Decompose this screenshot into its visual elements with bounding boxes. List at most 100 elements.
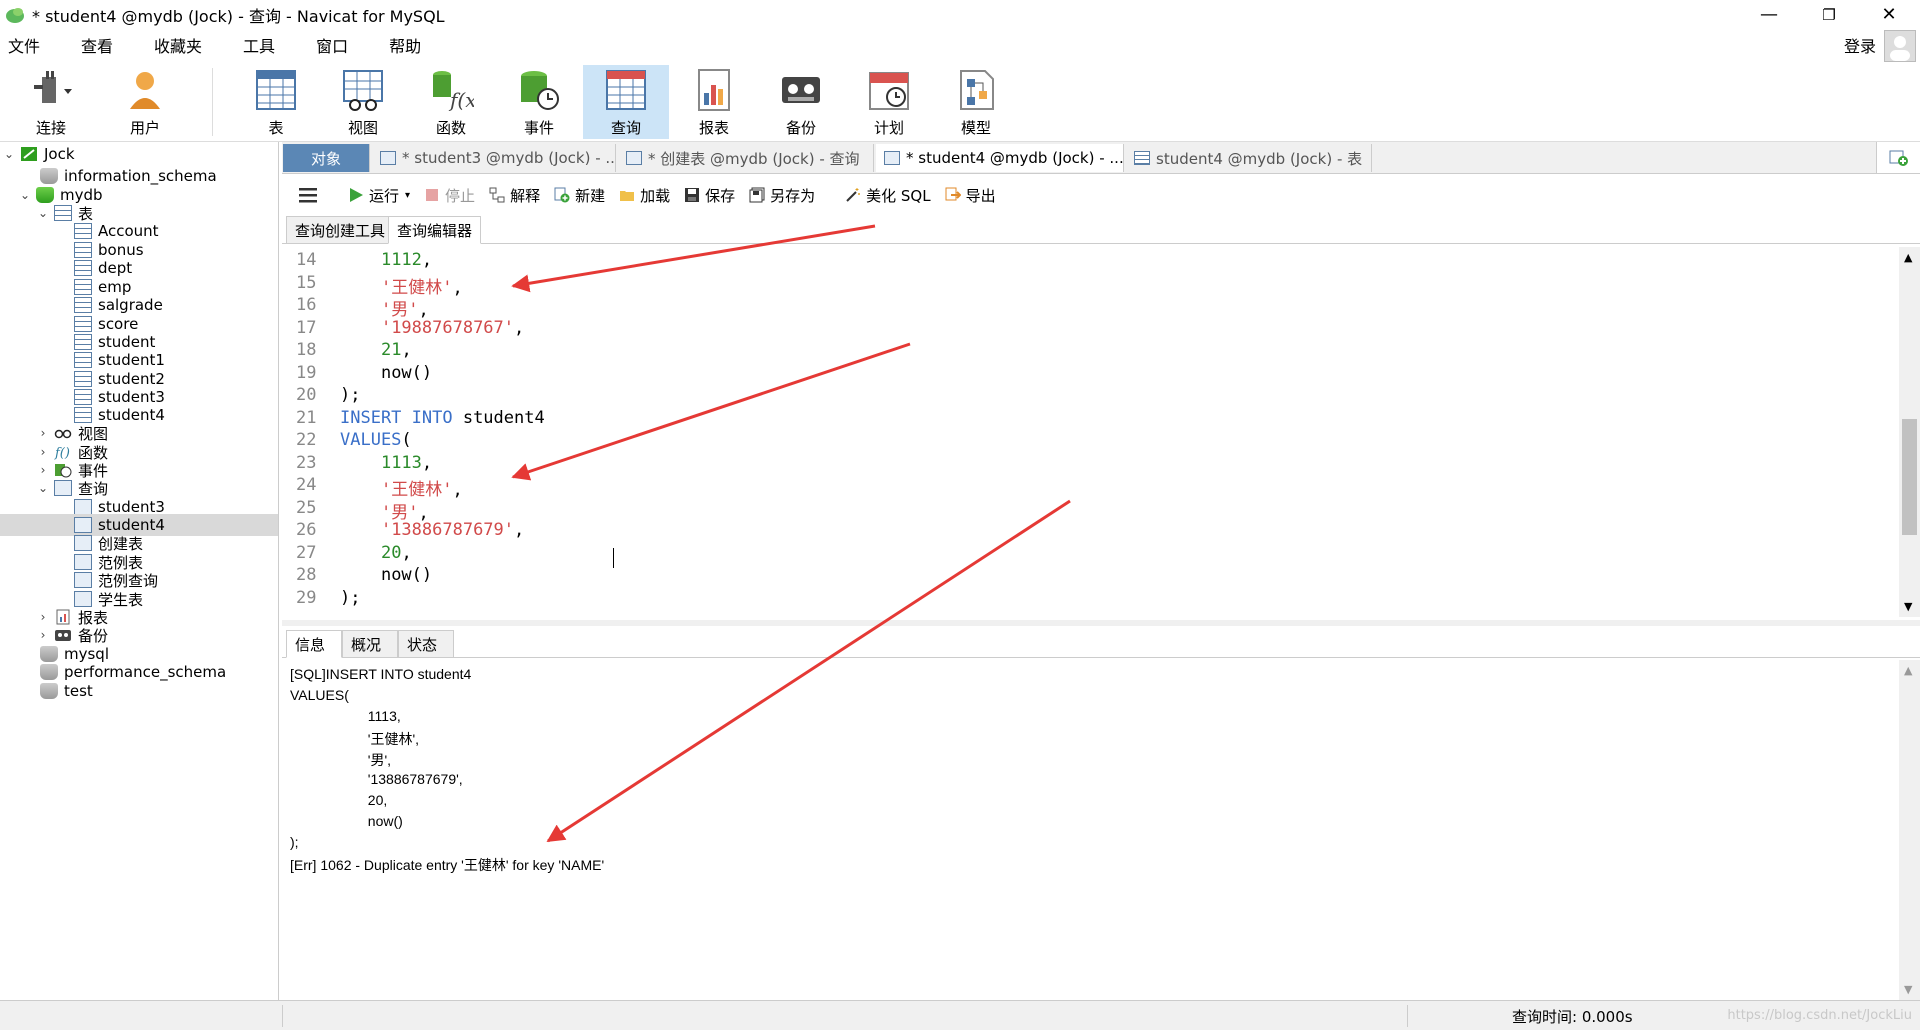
scroll-down-icon[interactable]: ▼: [1904, 600, 1912, 613]
tab-student4-query[interactable]: * student4 @mydb (Jock) - ...: [876, 144, 1124, 172]
code-line[interactable]: 22 VALUES(: [282, 430, 1882, 452]
code-line[interactable]: 24 '王健林',: [282, 475, 1882, 500]
tab-info[interactable]: 信息: [286, 630, 342, 658]
code-line[interactable]: 17 '19887678767',: [282, 318, 1882, 340]
tab-student4-table[interactable]: student4 @mydb (Jock) - 表: [1126, 144, 1372, 172]
toolbar-report-button[interactable]: 报表: [671, 65, 757, 139]
minimize-button[interactable]: —: [1740, 0, 1798, 29]
tab-objects[interactable]: 对象: [283, 144, 370, 172]
avatar[interactable]: [1884, 30, 1916, 62]
expand-arrow-icon[interactable]: ›: [36, 628, 50, 642]
code-line[interactable]: 25 '男',: [282, 498, 1882, 523]
code-line[interactable]: 20);: [282, 385, 1882, 407]
message-line: );: [290, 834, 299, 850]
code-line[interactable]: 18 21,: [282, 340, 1882, 362]
code-line[interactable]: 15 '王健林',: [282, 273, 1882, 298]
menu-help[interactable]: 帮助: [378, 33, 432, 57]
splitter[interactable]: [282, 620, 1920, 626]
code-text: );: [340, 588, 360, 608]
explain-button[interactable]: 解释: [489, 185, 540, 206]
tab-query-builder[interactable]: 查询创建工具: [286, 216, 395, 244]
scroll-down-icon[interactable]: ▼: [1904, 983, 1912, 996]
expand-arrow-icon[interactable]: ›: [36, 445, 50, 459]
stop-button[interactable]: 停止: [424, 185, 475, 206]
collapse-arrow-icon[interactable]: ⌄: [36, 206, 50, 220]
login-link[interactable]: 登录: [1844, 33, 1876, 57]
hamburger-menu-icon[interactable]: [298, 186, 320, 204]
table-icon: [74, 316, 92, 332]
code-line[interactable]: 27 20,: [282, 543, 1882, 565]
toolbar-connection-button[interactable]: 连接: [8, 65, 94, 139]
menu-file[interactable]: 文件: [0, 33, 51, 57]
code-line[interactable]: 19 now(): [282, 363, 1882, 385]
new-query-button[interactable]: 新建: [554, 185, 605, 206]
code-line[interactable]: 21 INSERT INTO student4: [282, 408, 1882, 430]
code-line[interactable]: 28 now(): [282, 565, 1882, 587]
new-tab-button[interactable]: [1876, 142, 1920, 173]
code-token: now(): [380, 362, 433, 383]
save-as-button[interactable]: 另存为: [749, 185, 815, 206]
editor-scroll-thumb[interactable]: [1902, 419, 1917, 535]
menu-favorites[interactable]: 收藏夹: [143, 33, 213, 57]
message-line: 1113,: [290, 708, 401, 724]
dropdown-arrow-icon[interactable]: ▾: [405, 190, 410, 201]
code-line[interactable]: 14 1112,: [282, 250, 1882, 272]
toolbar-event-button[interactable]: 事件: [496, 65, 582, 139]
tab-profile[interactable]: 概况: [342, 630, 398, 658]
scroll-up-icon[interactable]: ▲: [1904, 664, 1912, 677]
code-line[interactable]: 16 '男',: [282, 295, 1882, 320]
collapse-arrow-icon[interactable]: ⌄: [18, 188, 32, 202]
tab-create-table-query[interactable]: * 创建表 @mydb (Jock) - 查询: [618, 144, 874, 172]
menu-tools[interactable]: 工具: [232, 33, 286, 57]
toolbar-query-button[interactable]: 查询: [583, 65, 669, 139]
toolbar-view-button[interactable]: 视图: [320, 65, 406, 139]
expand-arrow-icon[interactable]: ›: [36, 610, 50, 624]
code-line[interactable]: 29);: [282, 588, 1882, 610]
toolbar-model-button[interactable]: 模型: [933, 65, 1019, 139]
code-token: ,: [401, 340, 412, 360]
line-number: 17: [296, 317, 317, 338]
tree-connection-jock[interactable]: ⌄ Jock: [2, 143, 75, 165]
toolbar-user-button[interactable]: 用户: [102, 65, 188, 139]
event-group-icon: [55, 464, 72, 478]
navigation-tree[interactable]: ⌄ Jock information_schema ⌄ mydb ⌄ 表 Acc…: [0, 142, 279, 1000]
menu-view[interactable]: 查看: [70, 33, 124, 57]
toolbar-table-button[interactable]: 表: [233, 65, 319, 139]
expand-arrow-icon[interactable]: ›: [36, 463, 50, 477]
toolbar-backup-button[interactable]: 备份: [758, 65, 844, 139]
code-text: INSERT INTO student4: [340, 408, 545, 428]
beautify-sql-button[interactable]: 美化 SQL: [845, 185, 931, 206]
code-token: INSERT INTO: [340, 407, 453, 428]
restore-button[interactable]: ❐: [1800, 0, 1858, 29]
expand-arrow-icon[interactable]: ›: [36, 426, 50, 440]
save-as-label: 另存为: [770, 186, 816, 205]
message-scrollbar[interactable]: ▲ ▼: [1899, 660, 1920, 1000]
export-button[interactable]: 导出: [945, 185, 996, 206]
sql-editor[interactable]: 14 1112, 15 '王健林', 16 '男', 17 '19887678767'…: [282, 247, 1899, 617]
tab-status[interactable]: 状态: [398, 630, 454, 658]
model-icon: [960, 70, 994, 110]
editor-scrollbar[interactable]: ▲ ▼: [1899, 247, 1920, 617]
table-icon: [256, 70, 296, 110]
collapse-arrow-icon[interactable]: ⌄: [2, 147, 16, 161]
close-button[interactable]: ✕: [1860, 0, 1918, 29]
tree-db-test[interactable]: test: [36, 680, 93, 702]
save-icon: [685, 188, 700, 202]
menu-window[interactable]: 窗口: [305, 33, 359, 57]
tab-student3-query[interactable]: * student3 @mydb (Jock) - ...: [372, 144, 616, 172]
collapse-arrow-icon[interactable]: ⌄: [36, 481, 50, 495]
tab-query-editor[interactable]: 查询编辑器: [388, 216, 482, 244]
save-button[interactable]: 保存: [684, 185, 735, 206]
save-as-icon: [749, 187, 765, 203]
run-button[interactable]: 运行 ▾: [348, 185, 410, 206]
load-button[interactable]: 加载: [619, 185, 670, 206]
toolbar-function-button[interactable]: f(x) 函数: [408, 65, 494, 139]
document-tab-bar: 对象 * student3 @mydb (Jock) - ... * 创建表 @…: [282, 142, 1920, 174]
code-line[interactable]: 26 '13886787679',: [282, 520, 1882, 542]
toolbar-schedule-button[interactable]: 计划: [846, 65, 932, 139]
toolbar-function-label: 函数: [435, 119, 466, 137]
code-line[interactable]: 23 1113,: [282, 453, 1882, 475]
scroll-up-icon[interactable]: ▲: [1904, 251, 1912, 264]
